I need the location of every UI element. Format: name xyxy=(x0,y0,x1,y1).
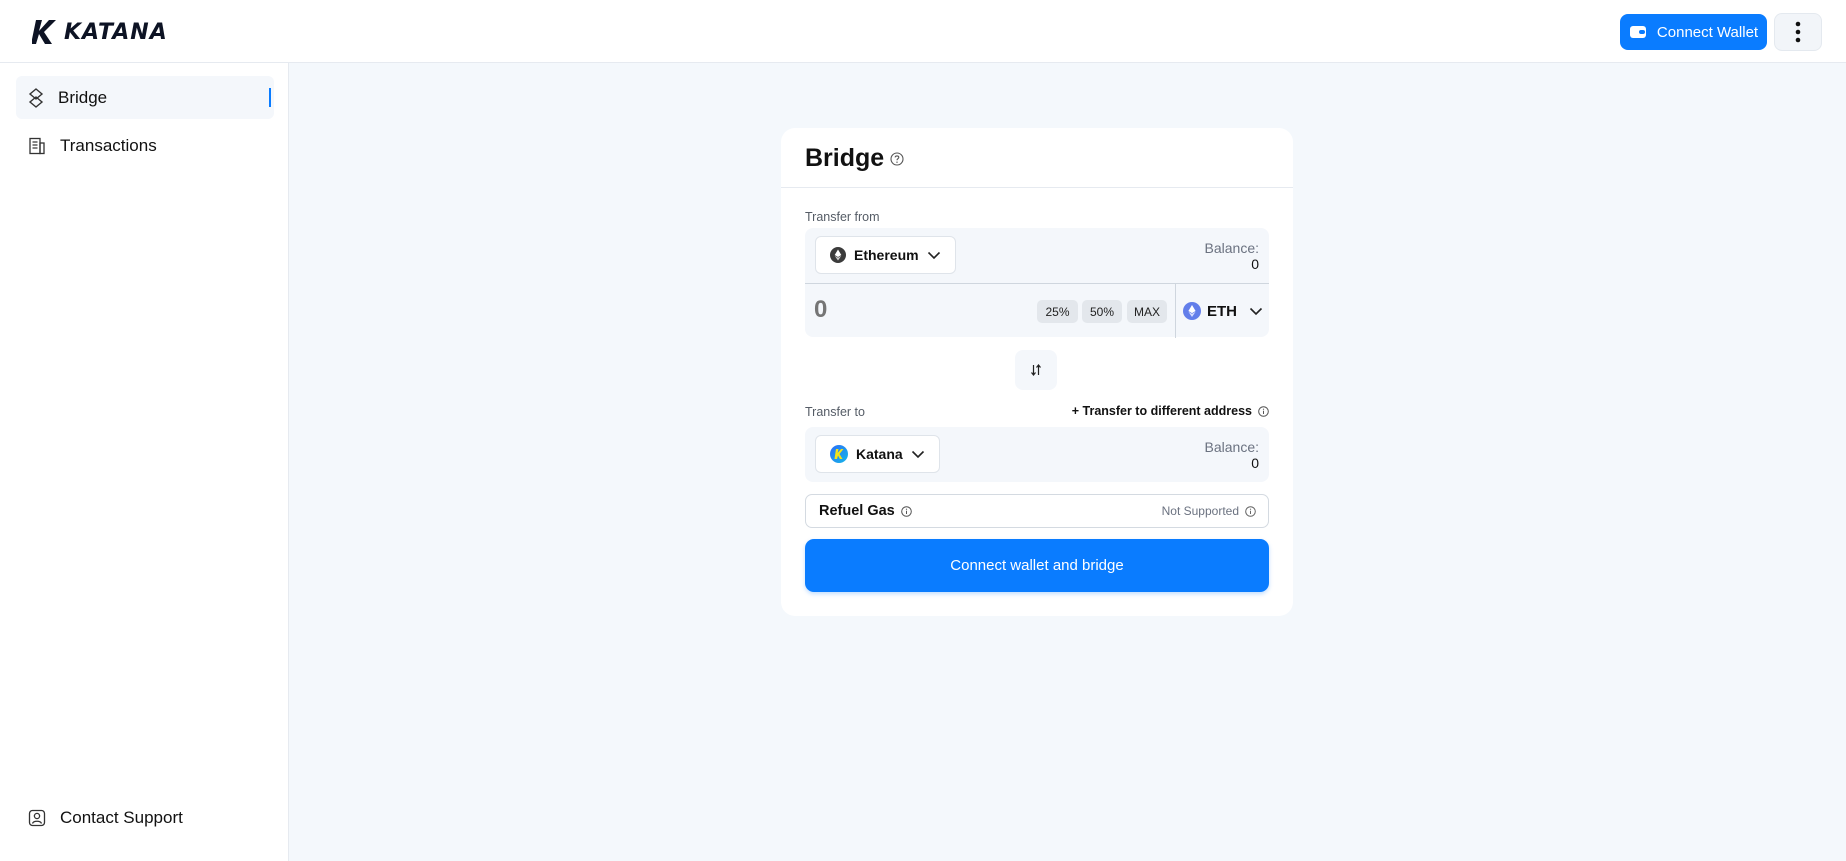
from-balance-label: Balance: xyxy=(1204,240,1259,256)
more-menu-button[interactable] xyxy=(1774,13,1822,51)
to-chain-select[interactable]: Katana xyxy=(815,435,940,473)
to-balance: Balance: 0 xyxy=(1205,439,1259,471)
page-title: Bridge xyxy=(805,144,885,172)
contact-support-label: Contact Support xyxy=(60,808,183,827)
to-balance-label: Balance: xyxy=(1204,439,1259,455)
sidebar-item-label: Transactions xyxy=(60,135,157,155)
refuel-gas-label-group: Refuel Gas xyxy=(819,503,912,519)
info-icon[interactable] xyxy=(1245,505,1256,517)
ethereum-icon xyxy=(830,247,846,263)
katana-chain-icon xyxy=(830,445,848,463)
sidebar-item-bridge[interactable]: Bridge xyxy=(16,76,274,119)
question-circle-icon[interactable] xyxy=(890,152,904,166)
chevron-down-icon xyxy=(927,251,940,259)
from-balance: Balance: 0 xyxy=(1205,240,1259,272)
amount-input[interactable] xyxy=(814,294,1014,326)
transfer-to-panel: Katana Balance: 0 xyxy=(805,427,1269,482)
contact-support-link[interactable]: Contact Support xyxy=(16,803,183,833)
to-balance-value: 0 xyxy=(1251,455,1259,471)
refuel-status-group: Not Supported xyxy=(1162,504,1256,518)
max-button[interactable]: MAX xyxy=(1127,300,1167,323)
from-chain-select[interactable]: Ethereum xyxy=(815,236,956,274)
sidebar-item-label: Bridge xyxy=(58,87,108,107)
refuel-gas-label: Refuel Gas xyxy=(819,503,895,519)
bridge-icon xyxy=(28,87,44,108)
refuel-gas-row: Refuel Gas Not Supported xyxy=(805,494,1269,528)
bridge-card-header: Bridge xyxy=(781,128,1293,188)
token-select[interactable]: ETH xyxy=(1183,298,1263,324)
receipt-icon xyxy=(29,137,45,154)
transfer-different-address-link[interactable]: + Transfer to different address xyxy=(1072,404,1269,418)
katana-logo[interactable]: KATANA xyxy=(32,18,168,46)
connect-wallet-and-bridge-button[interactable]: Connect wallet and bridge xyxy=(805,539,1269,592)
amount-row: 25% 50% MAX ETH xyxy=(805,283,1269,338)
connect-wallet-button[interactable]: Connect Wallet xyxy=(1620,14,1767,50)
pct-25-button[interactable]: 25% xyxy=(1037,300,1078,323)
vertical-dots-icon xyxy=(1795,21,1801,43)
transfer-to-label: Transfer to xyxy=(805,405,865,419)
top-header: KATANA Connect Wallet xyxy=(0,0,1846,63)
chevron-down-icon xyxy=(911,450,924,458)
refuel-status: Not Supported xyxy=(1161,504,1239,518)
sidebar-item-transactions[interactable]: Transactions xyxy=(16,124,274,167)
pct-50-button[interactable]: 50% xyxy=(1082,300,1122,323)
eth-token-icon xyxy=(1183,302,1201,320)
from-balance-value: 0 xyxy=(1251,256,1259,272)
info-icon[interactable] xyxy=(900,505,912,517)
token-symbol: ETH xyxy=(1207,302,1237,320)
wallet-icon xyxy=(1629,26,1646,38)
katana-logo-icon xyxy=(32,20,56,44)
swap-arrows-icon xyxy=(1031,364,1041,376)
from-chain-name: Ethereum xyxy=(854,247,919,263)
transfer-from-panel: Ethereum Balance: 0 25% 50% MAX ETH xyxy=(805,228,1269,338)
bridge-card: Bridge Transfer from Ethereum Balance: 0 xyxy=(781,128,1293,616)
support-icon xyxy=(28,809,46,827)
chevron-down-icon xyxy=(1249,307,1263,315)
sidebar: Bridge Transactions Contact Support xyxy=(0,63,289,861)
info-icon xyxy=(1258,405,1269,417)
token-divider xyxy=(1175,284,1176,338)
to-chain-name: Katana xyxy=(856,446,903,462)
different-address-label: + Transfer to different address xyxy=(1071,404,1252,418)
swap-direction-button[interactable] xyxy=(1015,350,1057,390)
transfer-from-label: Transfer from xyxy=(805,210,880,224)
logo-wordmark: KATANA xyxy=(64,19,168,45)
connect-wallet-label: Connect Wallet xyxy=(1656,23,1759,41)
